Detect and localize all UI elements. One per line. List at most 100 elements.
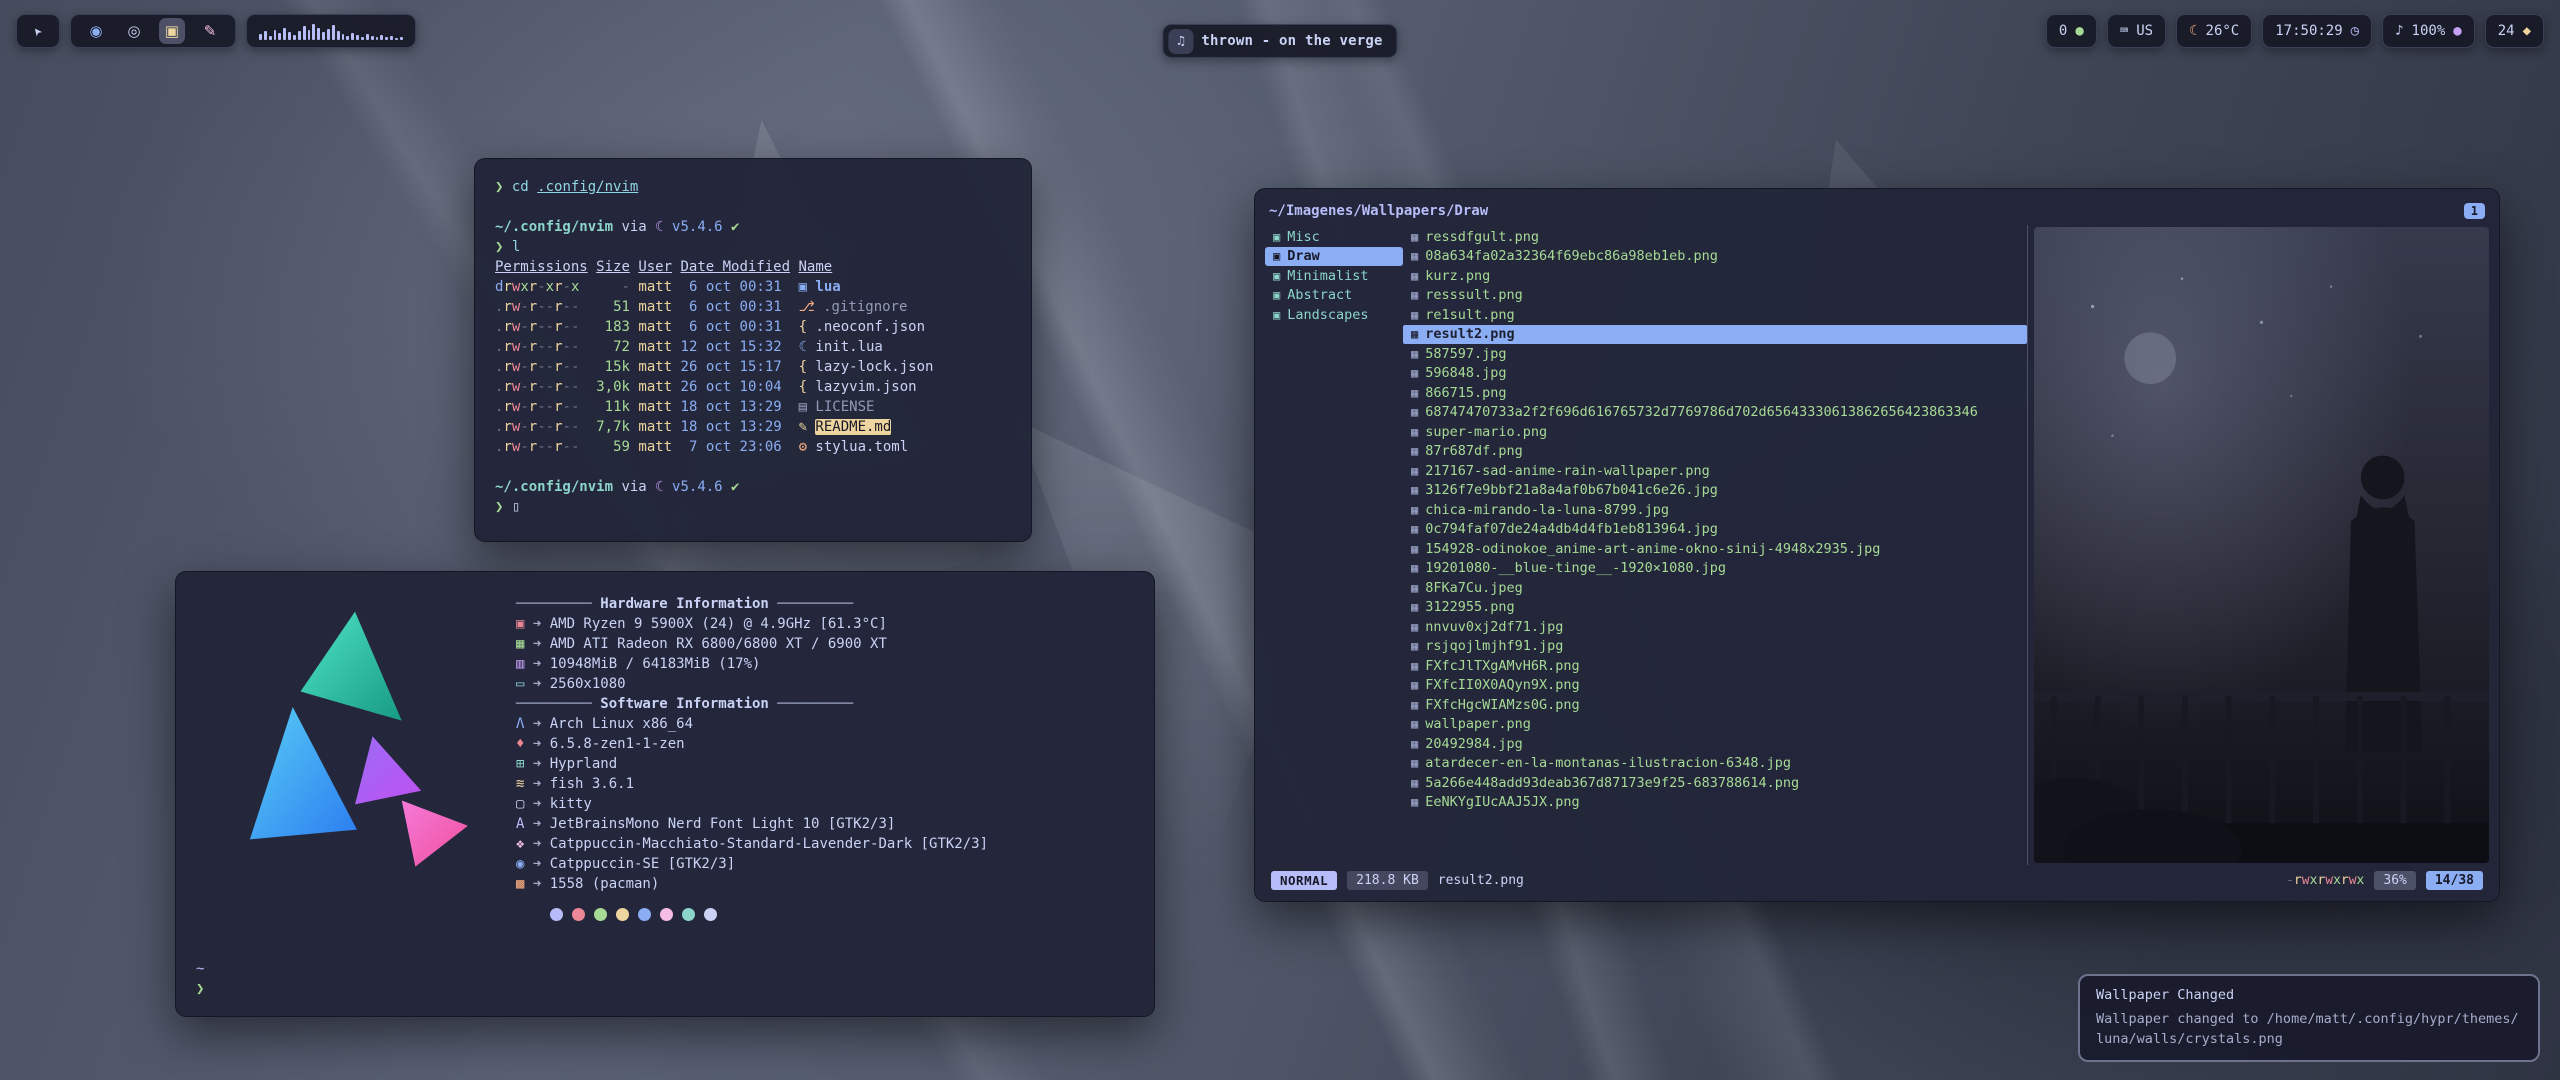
notification-count: 24 <box>2498 23 2515 39</box>
status-filename: result2.png <box>1438 873 1524 888</box>
terminal-line: ❯ l <box>495 237 1011 257</box>
folder-icon: ▣ <box>1273 269 1280 283</box>
image-file-icon: ▦ <box>1411 717 1418 731</box>
file-row[interactable]: ▦ 3122955.png <box>1403 598 2027 618</box>
notifications-module[interactable]: 24 ◆ <box>2485 14 2544 48</box>
image-file-icon: ▦ <box>1411 308 1418 322</box>
keyboard-layout-module[interactable]: ⌨ US <box>2107 14 2166 48</box>
visualizer-bar <box>356 35 359 40</box>
file-row[interactable]: ▦FXfcHgcWIAMzs0G.png <box>1403 695 2027 715</box>
updates-module[interactable]: 0 ● <box>2046 14 2097 48</box>
clock-module[interactable]: 17:50:29 ◷ <box>2262 14 2372 48</box>
workspace-chat[interactable]: ◎ <box>121 18 147 44</box>
media-player-widget[interactable]: ♫ thrown - on the verge <box>1162 24 1397 58</box>
workspace-browser[interactable]: ◉ <box>83 18 109 44</box>
terminal-line: .rw-r--r-- 59 matt 7 oct 23:06 ⚙ stylua.… <box>495 437 1011 457</box>
image-file-icon: ▦ <box>1411 581 1418 595</box>
terminal-line <box>495 457 1011 477</box>
volume-module[interactable]: ♪ 100% ● <box>2382 14 2475 48</box>
file-row[interactable]: ▦596848.jpg <box>1403 364 2027 384</box>
file-name: chica-mirando-la-luna-8799.jpg <box>1425 502 1669 518</box>
sidebar-folder[interactable]: ▣Landscapes <box>1265 305 1403 325</box>
file-row[interactable]: ▦rsjqojlmjhf91.jpg <box>1403 637 2027 657</box>
weather-module[interactable]: ☾ 26°C <box>2176 14 2252 48</box>
file-row[interactable]: ▦kurz.png <box>1403 266 2027 286</box>
launcher-button[interactable]: ➤ <box>16 14 60 48</box>
file-row[interactable]: ▦ ressdfgult.png <box>1403 227 2027 247</box>
file-row[interactable]: ▦super-mario.png <box>1403 422 2027 442</box>
file-name: 154928-odinokoe_anime-art-anime-okno-sin… <box>1425 541 1880 557</box>
terminal-line: ⊞ ➜ Hyprland <box>516 754 1136 774</box>
file-name: ressdfgult.png <box>1425 229 1539 245</box>
mode-badge: NORMAL <box>1271 871 1337 890</box>
file-row[interactable]: ▦FXfcJlTXgAMvH6R.png <box>1403 656 2027 676</box>
terminal-window[interactable]: ❯ cd .config/nvim ~/.config/nvim via ☾ v… <box>474 158 1032 542</box>
file-row[interactable]: ▦3126f7e9bbf21a8a4af0b67b041c6e26.jpg <box>1403 481 2027 501</box>
file-row[interactable]: ▦ re1sult.png <box>1403 305 2027 325</box>
file-name: kurz.png <box>1425 268 1490 284</box>
image-file-icon: ▦ <box>1411 542 1418 556</box>
file-manager-window[interactable]: ~/Imagenes/Wallpapers/Draw 1 ▣Misc▣Draw▣… <box>1254 188 2500 902</box>
file-name: atardecer-en-la-montanas-ilustracion-634… <box>1425 755 1791 771</box>
file-row[interactable]: ▦68747470733a2f2f696d616765732d7769786d7… <box>1403 403 2027 423</box>
notification-popup[interactable]: Wallpaper Changed Wallpaper changed to /… <box>2078 974 2540 1063</box>
image-file-icon: ▦ <box>1411 230 1418 244</box>
file-row[interactable]: ▦FXfcII0X0AQyn9X.png <box>1403 676 2027 696</box>
microphone-icon: ● <box>2453 23 2461 39</box>
clock-icon: ◷ <box>2351 23 2359 39</box>
visualizer-bar <box>293 35 296 40</box>
file-row[interactable]: ▦866715.png <box>1403 383 2027 403</box>
speaker-icon: ♪ <box>2395 23 2403 39</box>
keyboard-icon: ⌨ <box>2120 23 2128 39</box>
file-row[interactable]: ▦resssult.png <box>1403 286 2027 306</box>
terminal-color-palette <box>516 894 1136 921</box>
file-row[interactable]: ▦nnvuv0xj2df71.jpg <box>1403 617 2027 637</box>
file-row[interactable]: ▦08a634fa02a32364f69ebc86a98eb1eb.png <box>1403 247 2027 267</box>
image-file-icon: ▦ <box>1411 503 1418 517</box>
workspace-files[interactable]: ▣ <box>159 18 185 44</box>
sidebar-folder[interactable]: ▣Draw <box>1265 247 1403 267</box>
sidebar-folder[interactable]: ▣Misc <box>1265 227 1403 247</box>
temperature-label: 26°C <box>2206 23 2240 39</box>
file-name: re1sult.png <box>1425 307 1514 323</box>
visualizer-bar <box>317 28 320 40</box>
preview-image <box>2034 227 2489 863</box>
visualizer-bar <box>278 33 281 40</box>
file-row[interactable]: ▦587597.jpg <box>1403 344 2027 364</box>
fm-status-bar: NORMAL 218.8 KB result2.png -rwxrwxrwx 3… <box>1265 865 2489 895</box>
terminal-line: .rw-r--r-- 51 matt 6 oct 00:31 ⎇ .gitign… <box>495 297 1011 317</box>
terminal-line: .rw-r--r-- 72 matt 12 oct 15:32 ☾ init.l… <box>495 337 1011 357</box>
terminal-line: ▢ ➜ kitty <box>516 794 1136 814</box>
image-file-icon: ▦ <box>1411 600 1418 614</box>
file-row[interactable]: ▦0c794faf07de24a4db4d4fb1eb813964.jpg <box>1403 520 2027 540</box>
visualizer-bar <box>283 28 286 40</box>
workspace-design[interactable]: ✎ <box>197 18 223 44</box>
file-row[interactable]: ▦5a266e448add93deab367d87173e9f25-683788… <box>1403 773 2027 793</box>
file-name: 08a634fa02a32364f69ebc86a98eb1eb.png <box>1425 248 1718 264</box>
file-name: 3122955.png <box>1425 599 1514 615</box>
sidebar-folder[interactable]: ▣Minimalist <box>1265 266 1403 286</box>
file-row[interactable]: ▦wallpaper.png <box>1403 715 2027 735</box>
sidebar-folder[interactable]: ▣Abstract <box>1265 286 1403 306</box>
file-row[interactable]: ▦8FKa7Cu.jpeg <box>1403 578 2027 598</box>
file-name: FXfcII0X0AQyn9X.png <box>1425 677 1579 693</box>
file-row[interactable]: ▦atardecer-en-la-montanas-ilustracion-63… <box>1403 754 2027 774</box>
palette-dot <box>682 908 695 921</box>
file-row[interactable]: ▦87r687df.png <box>1403 442 2027 462</box>
file-row[interactable]: ▦EeNKYgIUcAAJ5JX.png <box>1403 793 2027 813</box>
visualizer-bar <box>351 33 354 40</box>
palette-dot <box>660 908 673 921</box>
file-row[interactable]: ▦ 154928-odinokoe_anime-art-anime-okno-si… <box>1403 539 2027 559</box>
music-note-icon: ♫ <box>1168 29 1193 54</box>
folder-icon: ▣ <box>1273 249 1280 263</box>
terminal-line: .rw-r--r-- 7,7k matt 18 oct 13:29 ✎ READ… <box>495 417 1011 437</box>
visualizer-bar <box>274 30 277 40</box>
terminal-line: ≋ ➜ fish 3.6.1 <box>516 774 1136 794</box>
fetch-terminal-window[interactable]: ───────── Hardware Information ─────────… <box>175 571 1155 1017</box>
visualizer-bar <box>264 31 267 40</box>
file-row[interactable]: ▦19201080-__blue-tinge__-1920×1080.jpg <box>1403 559 2027 579</box>
file-row[interactable]: ▦20492984.jpg <box>1403 734 2027 754</box>
file-row[interactable]: ▦result2.png <box>1403 325 2027 345</box>
file-row[interactable]: ▦217167-sad-anime-rain-wallpaper.png <box>1403 461 2027 481</box>
file-row[interactable]: ▦ chica-mirando-la-luna-8799.jpg <box>1403 500 2027 520</box>
